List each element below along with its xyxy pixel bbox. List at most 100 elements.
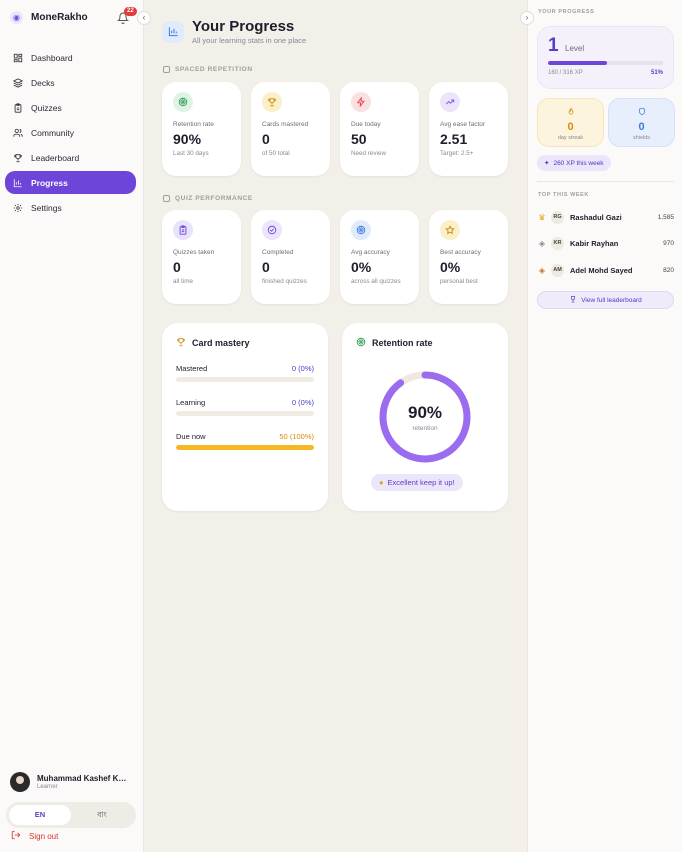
target-icon	[351, 220, 371, 240]
bar-chart-icon	[162, 20, 184, 43]
avatar: KR	[551, 237, 564, 250]
xp-week-text: 260 XP this week	[553, 159, 604, 167]
sidebar-item-decks[interactable]: Decks	[5, 71, 136, 94]
mastery-rows: Mastered 0 (0%) Learning 0 (0%) Due now 50 (1…	[176, 364, 314, 450]
right-panel: YOUR PROGRESS 1 Level 160 / 316 XP 51% 0…	[527, 0, 682, 852]
view-all-label: View full leaderboard	[581, 296, 642, 304]
brand[interactable]: ◉ MoneRakho	[10, 11, 88, 24]
leader-points: 970	[663, 240, 674, 247]
language-option-en[interactable]: EN	[9, 805, 71, 825]
stat-card: Avg accuracy 0% across all quizzes	[340, 210, 419, 304]
sidebar-item-leaderboard[interactable]: Leaderboard	[5, 146, 136, 169]
medal-silver-icon: ◈	[538, 239, 546, 248]
sidebar-item-community[interactable]: Community	[5, 121, 136, 144]
quiz-performance-stats: Quizzes taken 0 all time Completed 0 finished…	[162, 210, 508, 304]
stat-sub: Need review	[351, 150, 386, 157]
shields-value: 0	[638, 121, 645, 133]
xp-percent: 51%	[650, 70, 663, 76]
stat-card: Due today 50 Need review	[340, 82, 419, 176]
sidebar-nav: Dashboard Decks Quizzes Community Leader…	[5, 46, 136, 221]
clock-icon	[163, 66, 170, 73]
retention-panel: Retention rate 90% retention ● Excellent…	[342, 323, 508, 511]
stat-label: Quizzes taken	[173, 249, 215, 256]
divider	[537, 181, 674, 182]
check-circle-icon	[262, 220, 282, 240]
sidebar-item-label: Community	[31, 127, 74, 138]
sidebar: ◉ MoneRakho 22 Dashboard Decks Quizzes C…	[0, 0, 144, 852]
mastery-bar	[176, 445, 314, 450]
stat-value: 0%	[351, 259, 372, 275]
card-mastery-panel: Card mastery Mastered 0 (0%) Learning 0 (0%…	[162, 323, 328, 511]
view-full-leaderboard-button[interactable]: View full leaderboard	[537, 291, 674, 309]
sidebar-item-label: Progress	[31, 177, 68, 188]
leader-name: Rashadul Gazi	[570, 212, 622, 222]
trophy-icon	[176, 337, 186, 349]
streak-value: 0	[567, 121, 574, 133]
leaderboard-row[interactable]: ♛ RG Rashadul Gazi 1,585	[537, 208, 674, 226]
gear-icon	[12, 202, 23, 213]
level-word: Level	[565, 44, 585, 53]
language-switcher: EN বাং	[6, 802, 136, 828]
stat-sub: Last 30 days	[173, 150, 209, 157]
sign-out-button[interactable]: Sign out	[11, 830, 58, 842]
stat-sub: of 50 total	[262, 150, 290, 157]
stat-label: Completed	[262, 249, 294, 256]
sign-out-icon	[11, 830, 21, 842]
user-role: Learner	[37, 784, 58, 790]
retention-value: 90%	[407, 402, 443, 422]
stat-sub: Target: 2.5+	[440, 150, 474, 157]
stat-value: 2.51	[440, 131, 468, 147]
page-subtitle: All your learning stats in one place	[192, 36, 307, 45]
retention-sub: retention	[412, 424, 438, 432]
shields-card: 0 shields	[608, 98, 675, 147]
page-header: Your Progress All your learning stats in…	[162, 18, 306, 45]
streak-shield-row: 0 day streak 0 shields	[537, 98, 675, 147]
sidebar-item-label: Quizzes	[31, 102, 62, 113]
stat-value: 0	[173, 259, 181, 275]
card-mastery-title: Card mastery	[176, 337, 314, 349]
user-profile[interactable]: Muhammad Kashef Ka... Learner	[10, 772, 129, 792]
clipboard-icon	[163, 195, 170, 202]
stat-value: 0	[262, 259, 270, 275]
sidebar-item-progress[interactable]: Progress	[5, 171, 136, 194]
stat-card: Quizzes taken 0 all time	[162, 210, 241, 304]
stat-label: Cards mastered	[262, 121, 309, 128]
stat-label: Avg accuracy	[351, 249, 390, 256]
dashboard-icon	[12, 52, 23, 63]
sidebar-item-quizzes[interactable]: Quizzes	[5, 96, 136, 119]
notifications-bell-icon[interactable]: 22	[116, 7, 137, 25]
leaderboard-row[interactable]: ◈ KR Kabir Rayhan 970	[537, 235, 674, 253]
section-label-quiz-performance: QUIZ PERFORMANCE	[163, 195, 253, 202]
sidebar-item-label: Dashboard	[31, 52, 73, 63]
panel-title-text: Retention rate	[372, 338, 433, 348]
sidebar-item-settings[interactable]: Settings	[5, 196, 136, 219]
stat-value: 0%	[440, 259, 461, 275]
language-option-bn[interactable]: বাং	[71, 805, 133, 825]
stat-label: Retention rate	[173, 121, 214, 128]
collapse-right-panel-button[interactable]: ›	[520, 11, 534, 25]
mastery-label: Mastered	[176, 364, 208, 373]
stat-sub: finished quizzes	[262, 278, 307, 285]
chevron-right-icon: ›	[525, 13, 529, 22]
notification-count-badge: 22	[124, 7, 137, 16]
mastery-label: Due now	[176, 432, 206, 441]
stat-card: Retention rate 90% Last 30 days	[162, 82, 241, 176]
day-streak-card: 0 day streak	[537, 98, 604, 147]
user-name: Muhammad Kashef Ka...	[37, 774, 129, 783]
trophy-icon	[12, 152, 23, 163]
sidebar-item-label: Leaderboard	[31, 152, 80, 163]
stat-card: Cards mastered 0 of 50 total	[251, 82, 330, 176]
stat-label: Avg ease factor	[440, 121, 486, 128]
xp-text: 160 / 316 XP	[548, 70, 583, 76]
collapse-sidebar-button[interactable]: ‹	[137, 11, 151, 25]
sidebar-item-dashboard[interactable]: Dashboard	[5, 46, 136, 69]
right-panel-label: YOUR PROGRESS	[538, 9, 595, 15]
brand-name: MoneRakho	[31, 12, 88, 23]
section-title: QUIZ PERFORMANCE	[175, 195, 253, 202]
avatar: RG	[551, 210, 564, 224]
leader-points: 1,585	[657, 213, 674, 221]
leaderboard-row[interactable]: ◈ AM Adel Mohd Sayed 820	[537, 261, 674, 279]
chevron-left-icon: ‹	[142, 13, 146, 22]
stat-label: Best accuracy	[440, 249, 481, 256]
mastery-bar	[176, 377, 314, 382]
